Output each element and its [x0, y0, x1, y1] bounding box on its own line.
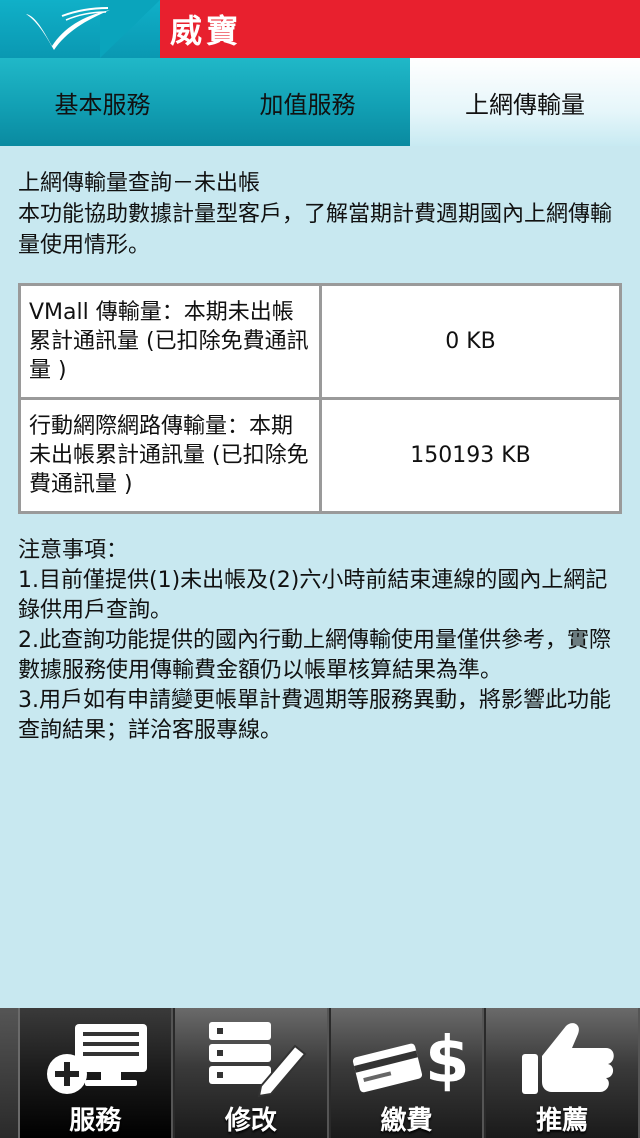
notes-section: 注意事項： 1.目前僅提供(1)未出帳及(2)六小時前結束連線的國內上網記錄供用…: [18, 536, 624, 746]
usage-value-mobile: 150193 KB: [319, 397, 622, 514]
nav-services[interactable]: 服務: [17, 1008, 174, 1138]
note-item: 2.此查詢功能提供的國內行動上網傳輸使用量僅供參考，實際數據服務使用傳輸費金額仍…: [18, 628, 611, 683]
note-item: 1.目前僅提供(1)未出帳及(2)六小時前結束連線的國內上網記錄供用戶查詢。: [18, 568, 608, 623]
nav-edge: [0, 1008, 18, 1138]
tab-bar: 基本服務 加值服務 上網傳輸量: [0, 58, 640, 146]
usage-label-vmall: VMall 傳輸量：本期未出帳累計通訊量 (已扣除免費通訊量 ): [18, 283, 322, 400]
nav-edit[interactable]: 修改: [173, 1008, 329, 1138]
notes-heading: 注意事項：: [18, 538, 129, 563]
computer-plus-icon: [47, 1024, 148, 1094]
bottom-nav: 服務 修改 $ 繳費 推薦: [0, 1008, 640, 1138]
app-header: 威寶: [0, 0, 640, 58]
page-description: 本功能協助數據計量型客戶，了解當期計費週期國內上網傳輸量使用情形。: [18, 202, 613, 258]
note-item: 3.用戶如有申請變更帳單計費週期等服務異動，將影響此功能查詢結果；詳洽客服專線。: [18, 688, 611, 743]
page-title: 上網傳輸量查詢－未出帳: [18, 171, 261, 196]
nav-recommend-label: 推薦: [536, 1106, 589, 1136]
nav-recommend[interactable]: 推薦: [484, 1008, 640, 1138]
app-title: 威寶: [170, 12, 243, 50]
nav-payment-label: 繳費: [380, 1106, 433, 1136]
nav-services-label: 服務: [69, 1106, 122, 1136]
usage-table: VMall 傳輸量：本期未出帳累計通訊量 (已扣除免費通訊量 ) 0 KB 行動…: [18, 283, 622, 514]
tab-value-added-services[interactable]: 加值服務: [205, 58, 410, 146]
tab-basic-services[interactable]: 基本服務: [0, 58, 205, 146]
nav-payment[interactable]: $ 繳費: [328, 1008, 485, 1138]
thumbs-up-icon: [522, 1023, 614, 1094]
nav-edit-label: 修改: [224, 1106, 277, 1136]
edit-list-icon: [208, 1022, 307, 1098]
usage-label-mobile: 行動網際網路傳輸量：本期未出帳累計通訊量 (已扣除免費通訊量 ): [18, 397, 322, 514]
svg-text:$: $: [425, 1024, 467, 1098]
main-content: 上網傳輸量查詢－未出帳 本功能協助數據計量型客戶，了解當期計費週期國內上網傳輸量…: [18, 168, 624, 746]
card-dollar-icon: $: [352, 1024, 467, 1098]
tab-data-usage[interactable]: 上網傳輸量: [410, 58, 640, 146]
table-row: VMall 傳輸量：本期未出帳累計通訊量 (已扣除免費通訊量 ) 0 KB: [18, 283, 622, 400]
vibo-logo-icon: [26, 7, 110, 50]
usage-value-vmall: 0 KB: [319, 283, 622, 400]
table-row: 行動網際網路傳輸量：本期未出帳累計通訊量 (已扣除免費通訊量 ) 150193 …: [18, 397, 622, 514]
